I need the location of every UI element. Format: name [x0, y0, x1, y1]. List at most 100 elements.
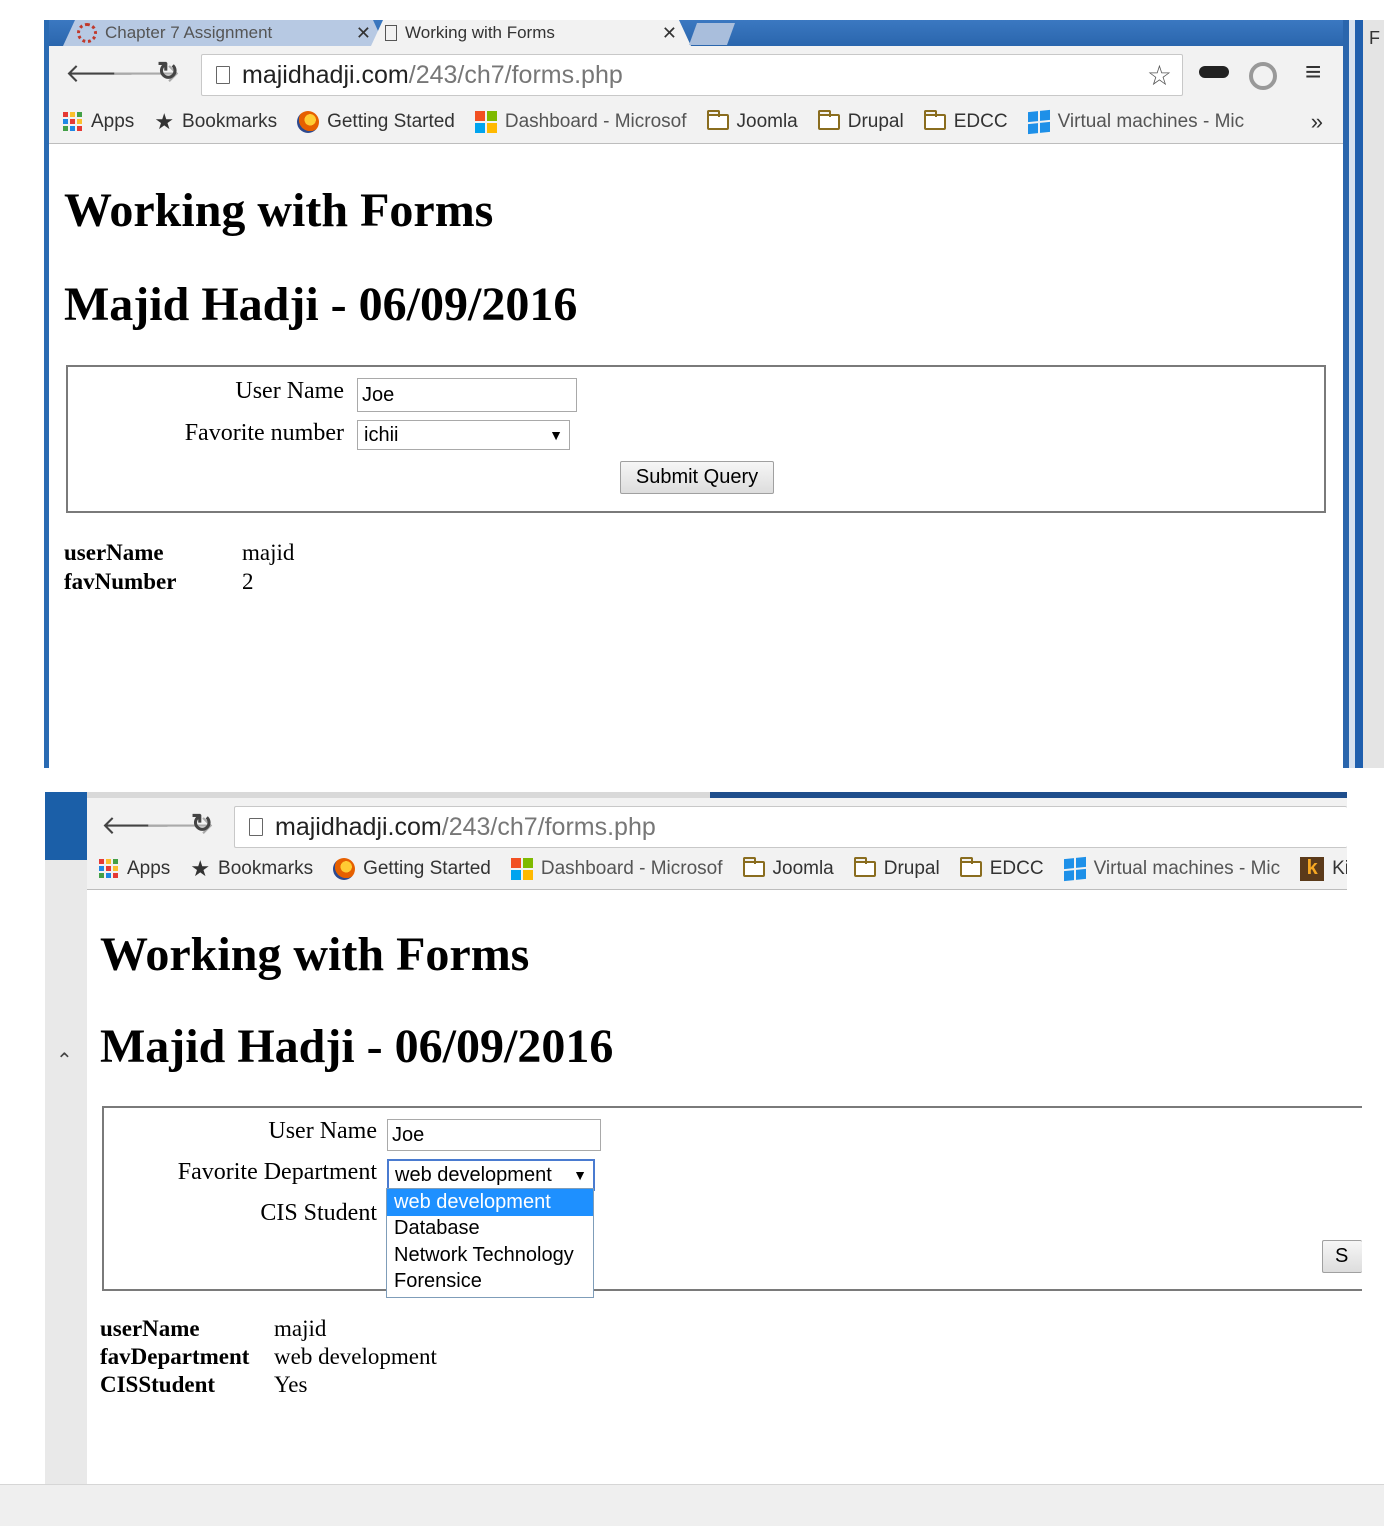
- bookmark-label: EDCC: [953, 110, 1008, 132]
- favorite-number-label: Favorite number: [184, 420, 344, 446]
- folder-icon: [817, 109, 840, 130]
- windows-icon: [1027, 109, 1050, 134]
- toolbar: 🡐 🡒 ↻ majidhadji.com/243/ch7/forms.php ☆…: [49, 46, 1343, 100]
- bookmarks-bar: Apps ★ Bookmarks Getting Started Dashboar…: [87, 848, 1347, 890]
- bookmark-joomla[interactable]: Joomla: [706, 109, 798, 133]
- bookmark-label: Apps: [127, 857, 171, 879]
- page-title: Working with Forms: [64, 184, 494, 237]
- submit-button[interactable]: Submit Query: [620, 461, 774, 494]
- bookmark-label: Virtual machines - Mic: [1093, 857, 1281, 879]
- bookmark-label: Dashboard - Microsof: [504, 110, 687, 132]
- browser-window-1: Chapter 7 Assignment ✕ Working with Form…: [0, 0, 1384, 768]
- bookmark-label: Getting Started: [363, 857, 491, 879]
- address-path: /243/ch7/forms.php: [408, 60, 623, 89]
- dropdown-option[interactable]: Forensice: [387, 1269, 593, 1296]
- output-key: favDepartment: [100, 1344, 250, 1369]
- bookmark-drupal[interactable]: Drupal: [853, 856, 940, 880]
- output-value: majid: [242, 540, 295, 565]
- star-icon: ★: [190, 855, 211, 881]
- page-content-2: Working with Forms Majid Hadji - 06/09/2…: [87, 891, 1362, 1484]
- chevron-up-icon[interactable]: ⌃: [56, 1048, 73, 1073]
- bookmark-edcc[interactable]: EDCC: [923, 109, 1008, 133]
- loading-icon: [77, 23, 97, 43]
- bookmark-bookmarks[interactable]: ★ Bookmarks: [154, 109, 277, 135]
- bookmark-edcc[interactable]: EDCC: [959, 856, 1044, 880]
- bookmark-getting-started[interactable]: Getting Started: [333, 857, 491, 880]
- username-input[interactable]: Joe: [357, 378, 577, 412]
- page-icon: [249, 818, 263, 836]
- bottom-bar: [0, 1484, 1384, 1526]
- bookmark-label: Ki: [1332, 857, 1347, 879]
- bookmark-label: Joomla: [772, 857, 834, 879]
- cis-student-label: CIS Student: [260, 1200, 377, 1226]
- tab-close-icon[interactable]: ✕: [356, 23, 371, 44]
- bookmark-label: Bookmarks: [182, 110, 278, 132]
- output-value: web development: [274, 1344, 437, 1369]
- select-value: ichii: [364, 423, 399, 446]
- bookmark-dashboard[interactable]: Dashboard - Microsof: [510, 857, 723, 880]
- bookmark-getting-started[interactable]: Getting Started: [297, 110, 455, 133]
- tab-chapter7[interactable]: Chapter 7 Assignment ✕: [63, 20, 385, 46]
- address-domain: majidhadji.com: [242, 60, 409, 89]
- menu-icon[interactable]: ≡: [1305, 56, 1321, 88]
- bookmark-label: Getting Started: [327, 110, 455, 132]
- output-value: Yes: [274, 1372, 308, 1397]
- incognito-glasses-icon[interactable]: [1199, 66, 1229, 78]
- bookmark-label: Drupal: [883, 857, 940, 879]
- output-key: userName: [100, 1316, 200, 1341]
- bookmark-apps[interactable]: Apps: [99, 858, 170, 880]
- bookmarks-overflow-button[interactable]: »: [1311, 109, 1323, 135]
- tab-close-icon[interactable]: ✕: [662, 23, 677, 44]
- star-icon[interactable]: ☆: [1147, 59, 1172, 92]
- bookmark-virtual-machines[interactable]: Virtual machines - Mic: [1027, 109, 1245, 134]
- bookmark-bookmarks[interactable]: ★ Bookmarks: [190, 856, 313, 882]
- tab-working-with-forms[interactable]: Working with Forms ✕: [371, 20, 691, 46]
- gap-strip: [0, 768, 1384, 792]
- page-subtitle: Majid Hadji - 06/09/2016: [64, 278, 578, 331]
- folder-icon: [706, 109, 729, 130]
- window-frame-left: [44, 20, 49, 768]
- page-content-1: Working with Forms Majid Hadji - 06/09/2…: [49, 145, 1343, 768]
- submit-button[interactable]: S: [1322, 1240, 1362, 1273]
- tab-title: Chapter 7 Assignment: [105, 23, 273, 42]
- bookmark-dashboard[interactable]: Dashboard - Microsof: [474, 110, 687, 133]
- address-bar[interactable]: majidhadji.com/243/ch7/forms.php: [234, 806, 1347, 848]
- bookmark-label: Virtual machines - Mic: [1057, 110, 1245, 132]
- page-subtitle: Majid Hadji - 06/09/2016: [100, 1020, 614, 1073]
- address-domain: majidhadji.com: [275, 812, 442, 841]
- bookmark-label: Joomla: [736, 110, 798, 132]
- folder-icon: [923, 109, 946, 130]
- side-panel: ⌃: [45, 860, 87, 1484]
- bookmark-virtual-machines[interactable]: Virtual machines - Mic: [1063, 856, 1281, 881]
- tab-title: Working with Forms: [405, 23, 555, 42]
- kaltura-icon: k: [1300, 856, 1325, 881]
- dropdown-arrow-icon: ▼: [549, 427, 563, 443]
- bookmarks-bar: Apps ★ Bookmarks Getting Started Dashboar…: [49, 100, 1343, 144]
- dropdown-option[interactable]: Database: [387, 1216, 593, 1243]
- favorite-number-select[interactable]: ichii ▼: [357, 420, 570, 450]
- bookmark-joomla[interactable]: Joomla: [742, 856, 834, 880]
- form-fieldset: User Name Joe Favorite number ichii ▼ Su…: [66, 365, 1326, 513]
- username-input[interactable]: Joe: [387, 1119, 601, 1151]
- page-icon: [385, 25, 397, 41]
- reload-icon[interactable]: ↻: [191, 808, 213, 839]
- department-dropdown-list[interactable]: web development Database Network Technol…: [386, 1188, 594, 1298]
- favorite-department-label: Favorite Department: [177, 1159, 377, 1185]
- form-fieldset: User Name Joe Favorite Department web de…: [102, 1106, 1362, 1291]
- windows-icon: [1063, 856, 1086, 881]
- reload-icon[interactable]: ↻: [157, 56, 179, 87]
- favorite-department-select[interactable]: web development ▼: [387, 1159, 595, 1191]
- dropdown-option[interactable]: web development: [387, 1189, 593, 1216]
- bookmark-ki[interactable]: k Ki: [1300, 856, 1347, 881]
- bookmark-label: Bookmarks: [218, 857, 314, 879]
- bookmark-drupal[interactable]: Drupal: [817, 109, 904, 133]
- extension-icon[interactable]: [1249, 62, 1277, 90]
- address-bar[interactable]: majidhadji.com/243/ch7/forms.php ☆: [201, 54, 1183, 96]
- dropdown-option[interactable]: Network Technology: [387, 1242, 593, 1269]
- top-strip: [0, 0, 1384, 20]
- new-tab-button[interactable]: [689, 23, 735, 45]
- bookmark-apps[interactable]: Apps: [63, 111, 134, 133]
- username-label: User Name: [235, 378, 344, 404]
- apps-icon: [63, 111, 83, 132]
- apps-icon: [99, 858, 119, 879]
